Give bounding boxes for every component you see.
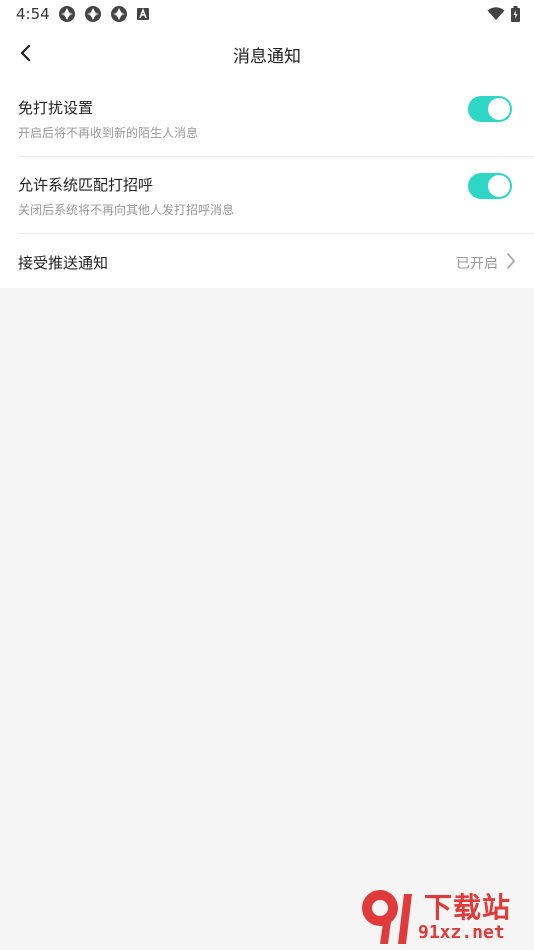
- setting-row-dnd: 免打扰设置 开启后将不再收到新的陌生人消息: [18, 80, 534, 157]
- dnd-toggle[interactable]: [468, 96, 512, 122]
- app-shutter-icon: [111, 6, 127, 22]
- a-box-icon: [137, 8, 149, 20]
- match-greet-toggle[interactable]: [468, 173, 512, 199]
- match-greet-title: 允许系统匹配打招呼: [18, 176, 154, 194]
- settings-list: 免打扰设置 开启后将不再收到新的陌生人消息 允许系统匹配打招呼 关闭后系统将不再…: [0, 80, 534, 288]
- setting-row-match-greet: 允许系统匹配打招呼 关闭后系统将不再向其他人发打招呼消息: [18, 157, 534, 234]
- watermark-title: 下载站: [424, 891, 512, 924]
- dnd-subtitle: 开启后将不再收到新的陌生人消息: [18, 126, 199, 140]
- toggle-knob: [488, 98, 510, 120]
- app-shutter-icon: [59, 6, 75, 22]
- toggle-knob: [488, 175, 510, 197]
- battery-charging-icon: [511, 6, 520, 22]
- setting-row-push[interactable]: 接受推送通知 已开启: [18, 234, 534, 288]
- watermark: 下载站 91xz.net: [358, 886, 530, 948]
- watermark-domain: 91xz.net: [418, 922, 505, 943]
- watermark-logo: [362, 890, 412, 944]
- app-shutter-icon: [85, 6, 101, 22]
- status-time: 4:54: [16, 5, 50, 23]
- push-title: 接受推送通知: [18, 254, 109, 272]
- status-icons-right: [481, 6, 520, 22]
- dnd-title: 免打扰设置: [18, 99, 94, 117]
- page-title: 消息通知: [233, 47, 301, 67]
- header: 消息通知: [0, 28, 534, 80]
- status-bar: 4:54: [0, 0, 534, 28]
- status-icons-left: [58, 5, 158, 23]
- match-greet-subtitle: 关闭后系统将不再向其他人发打招呼消息: [18, 203, 235, 217]
- chevron-right-icon: [507, 253, 515, 269]
- wifi-icon: [487, 7, 505, 20]
- push-status-value: 已开启: [456, 256, 498, 272]
